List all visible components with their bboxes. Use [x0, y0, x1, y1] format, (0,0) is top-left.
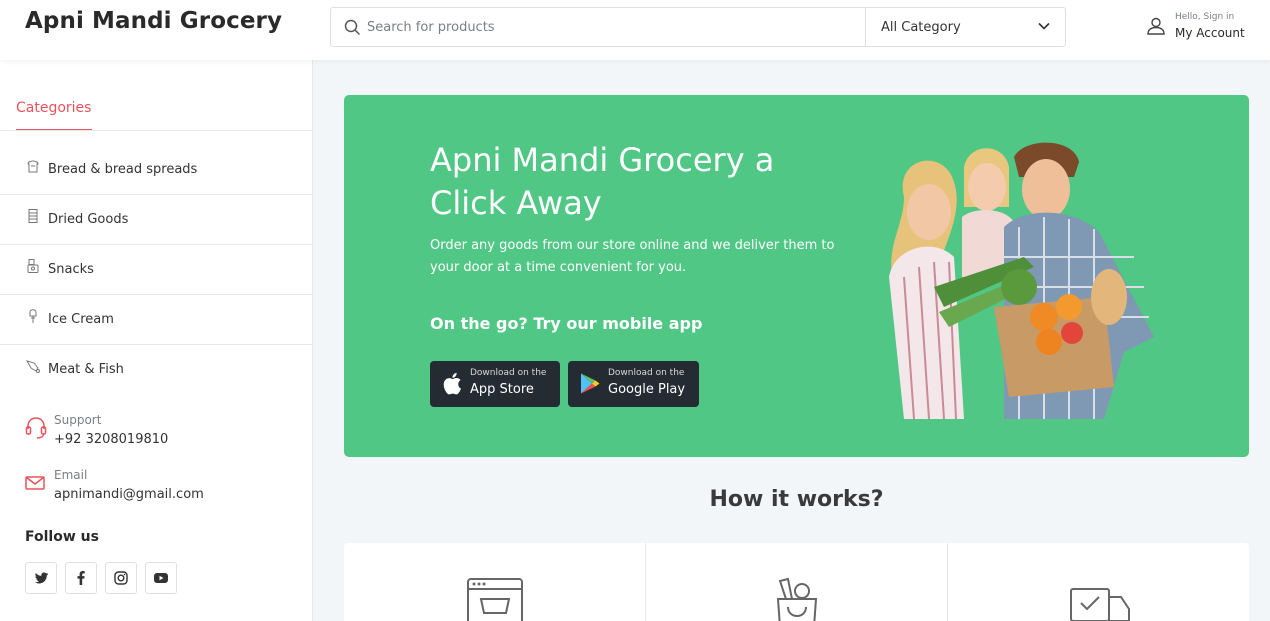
- email-label: Email: [54, 468, 88, 482]
- search-bar: All Category: [330, 7, 1066, 47]
- follow-us-heading: Follow us: [25, 529, 99, 545]
- bread-icon: [25, 158, 41, 174]
- sidebar: Categories Bread & bread spreads Dried G…: [0, 60, 313, 621]
- youtube-icon: [154, 573, 168, 583]
- ice-cream-icon: [25, 308, 41, 324]
- meat-fish-icon: [25, 358, 41, 374]
- apple-icon: [442, 372, 462, 395]
- youtube-link[interactable]: [145, 562, 177, 594]
- account-greeting: Hello, Sign in: [1175, 12, 1235, 22]
- categories-heading[interactable]: Categories: [16, 100, 91, 116]
- category-list: Bread & bread spreads Dried Goods Snacks…: [0, 145, 312, 395]
- sidebar-item-dried-goods[interactable]: Dried Goods: [0, 195, 312, 245]
- step-card: [948, 543, 1249, 621]
- divider: [0, 130, 312, 131]
- hero-subtitle: On the go? Try our mobile app: [430, 314, 703, 333]
- support-label: Support: [54, 413, 102, 427]
- instagram-link[interactable]: [105, 562, 137, 594]
- google-play-button[interactable]: Download on the Google Play: [568, 361, 699, 407]
- hero-banner: Apni Mandi Grocery a Click Away Order an…: [344, 95, 1249, 457]
- twitter-link[interactable]: [25, 562, 57, 594]
- family-groceries-photo: [889, 142, 1154, 419]
- hero-title: Apni Mandi Grocery a Click Away: [430, 141, 775, 222]
- online-cart-icon: [466, 577, 524, 621]
- app-store-label: App Store: [470, 382, 534, 397]
- chevron-down-icon: [1038, 22, 1050, 30]
- sidebar-item-snacks[interactable]: Snacks: [0, 245, 312, 295]
- google-play-caption: Download on the: [608, 368, 685, 378]
- sidebar-item-label: Dried Goods: [48, 212, 129, 227]
- account-label: My Account: [1175, 26, 1245, 40]
- how-it-works-heading: How it works?: [709, 487, 884, 512]
- support-phone[interactable]: +92 3208019810: [54, 432, 168, 447]
- sidebar-item-meat-fish[interactable]: Meat & Fish: [0, 345, 312, 395]
- search-icon[interactable]: [344, 19, 360, 35]
- facebook-link[interactable]: [65, 562, 97, 594]
- social-links: [25, 562, 177, 594]
- top-header: Apni Mandi Grocery All Category Hello, S…: [0, 0, 1270, 60]
- category-select[interactable]: All Category: [865, 8, 1066, 46]
- account-menu[interactable]: Hello, Sign in My Account: [1146, 10, 1261, 46]
- brand-logo[interactable]: Apni Mandi Grocery: [25, 8, 282, 34]
- sidebar-item-label: Bread & bread spreads: [48, 162, 198, 177]
- snacks-icon: [25, 258, 41, 274]
- dried-goods-icon: [25, 208, 41, 224]
- user-icon: [1146, 16, 1166, 36]
- google-play-label: Google Play: [608, 382, 686, 397]
- step-card: [646, 543, 948, 621]
- sidebar-item-label: Meat & Fish: [48, 362, 124, 377]
- sidebar-item-label: Snacks: [48, 262, 94, 277]
- delivery-truck-icon: [1067, 577, 1131, 621]
- category-select-value: All Category: [881, 20, 961, 35]
- app-store-caption: Download on the: [470, 368, 547, 378]
- google-play-icon: [580, 372, 600, 395]
- search-input[interactable]: [367, 8, 857, 46]
- sidebar-item-ice-cream[interactable]: Ice Cream: [0, 295, 312, 345]
- twitter-icon: [34, 572, 48, 584]
- sidebar-item-label: Ice Cream: [48, 312, 114, 327]
- how-it-works-steps: [344, 543, 1249, 621]
- app-store-button[interactable]: Download on the App Store: [430, 361, 560, 407]
- facebook-icon: [77, 571, 85, 585]
- mail-icon: [25, 471, 45, 491]
- instagram-icon: [114, 571, 128, 585]
- step-card: [344, 543, 646, 621]
- headset-icon: [25, 416, 47, 440]
- hero-description: Order any goods from our store online an…: [430, 238, 835, 275]
- email-contact: Email apnimandi@gmail.com: [25, 468, 305, 508]
- email-address[interactable]: apnimandi@gmail.com: [54, 487, 204, 502]
- grocery-bag-icon: [772, 577, 822, 621]
- sidebar-item-bread[interactable]: Bread & bread spreads: [0, 145, 312, 195]
- support-contact: Support +92 3208019810: [25, 413, 305, 453]
